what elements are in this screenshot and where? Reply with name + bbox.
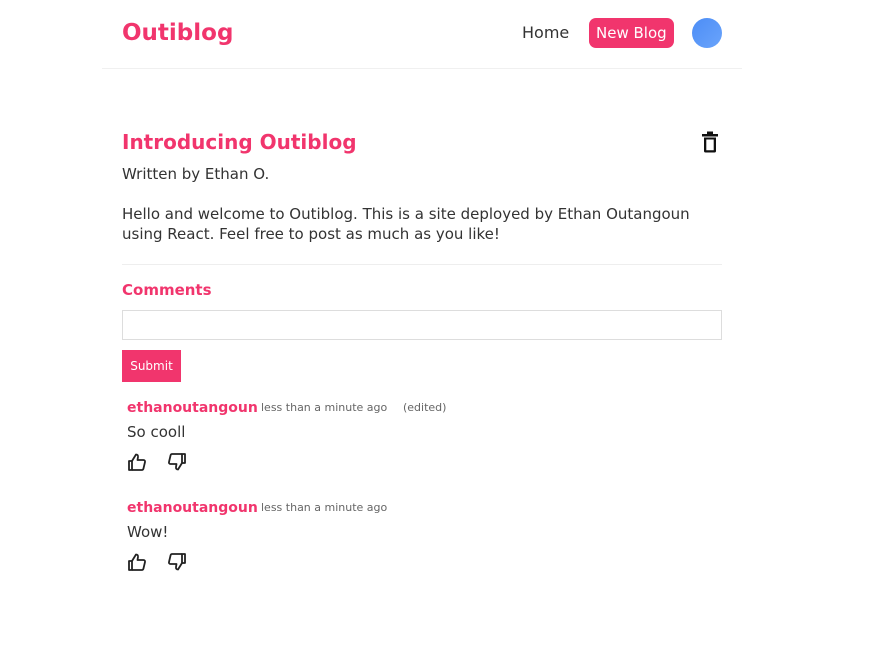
- like-button[interactable]: [127, 452, 147, 472]
- comment-text: So cooll: [127, 423, 186, 441]
- blog-body: Hello and welcome to Outiblog. This is a…: [122, 205, 690, 243]
- submit-button[interactable]: Submit: [122, 350, 181, 382]
- dislike-button[interactable]: [167, 552, 187, 572]
- trash-icon: [702, 131, 718, 153]
- comment-item: ethanoutangoun less than a minute ago (e…: [127, 398, 717, 478]
- comment-time: less than a minute ago: [261, 401, 388, 414]
- comment-time: less than a minute ago: [261, 501, 388, 514]
- thumb-up-icon: [128, 553, 146, 571]
- comment-text: Wow!: [127, 523, 169, 541]
- thumb-down-icon: [168, 553, 186, 571]
- user-avatar[interactable]: [692, 18, 722, 48]
- brand-logo[interactable]: Outiblog: [122, 17, 233, 49]
- delete-button[interactable]: [700, 130, 720, 154]
- nav-link-home[interactable]: Home: [522, 22, 569, 44]
- thumb-up-icon: [128, 453, 146, 471]
- like-button[interactable]: [127, 552, 147, 572]
- divider: [122, 264, 722, 265]
- comment-item: ethanoutangoun less than a minute ago Wo…: [127, 498, 717, 578]
- page: Outiblog Home New Blog Introducing Outib…: [0, 0, 870, 661]
- thumb-down-icon: [168, 453, 186, 471]
- nav-link-new-blog[interactable]: New Blog: [589, 18, 674, 48]
- comments-heading: Comments: [122, 281, 212, 299]
- comment-username[interactable]: ethanoutangoun: [127, 398, 258, 418]
- dislike-button[interactable]: [167, 452, 187, 472]
- navbar: Outiblog Home New Blog: [102, 0, 742, 69]
- blog-title: Introducing Outiblog: [122, 130, 357, 154]
- comment-edited-label: (edited): [403, 401, 447, 414]
- comment-input[interactable]: [122, 310, 722, 340]
- comment-username[interactable]: ethanoutangoun: [127, 498, 258, 518]
- blog-author: Written by Ethan O.: [122, 165, 270, 183]
